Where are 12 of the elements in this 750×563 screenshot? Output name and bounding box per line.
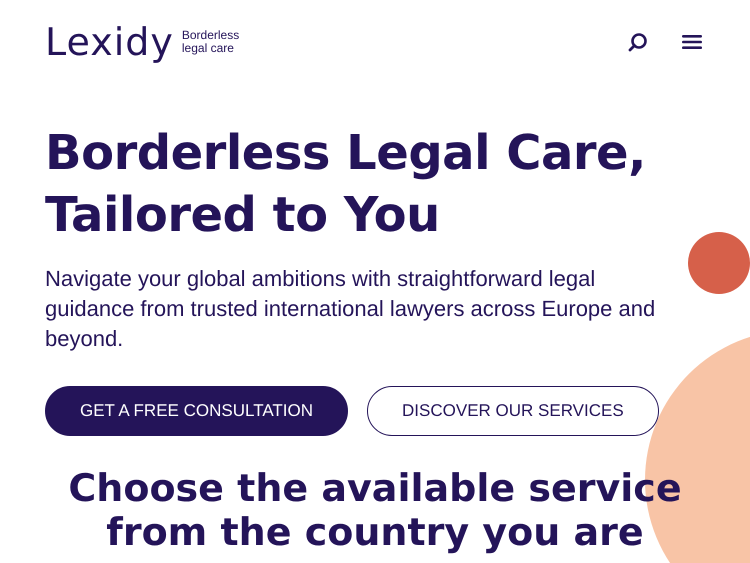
hero-subtitle: Navigate your global ambitions with straightforward legal guidance from trusted international lawyers across Europe and beyond. [45,265,656,353]
search-icon[interactable] [628,32,648,52]
tagline: legal care [182,42,235,56]
section-title: Choose the available service [67,466,683,510]
section-title: from the country you are [105,510,645,554]
menu-icon[interactable] [682,34,702,50]
hero-title: Tailored to You [45,186,441,245]
tagline: Borderless [182,28,240,42]
consultation-button[interactable]: GET A FREE CONSULTATION [45,386,348,436]
hero-title: Borderless Legal Care, [45,124,647,183]
services-button[interactable]: DISCOVER OUR SERVICES [367,386,659,436]
logo[interactable]: Lexidy [45,23,174,61]
